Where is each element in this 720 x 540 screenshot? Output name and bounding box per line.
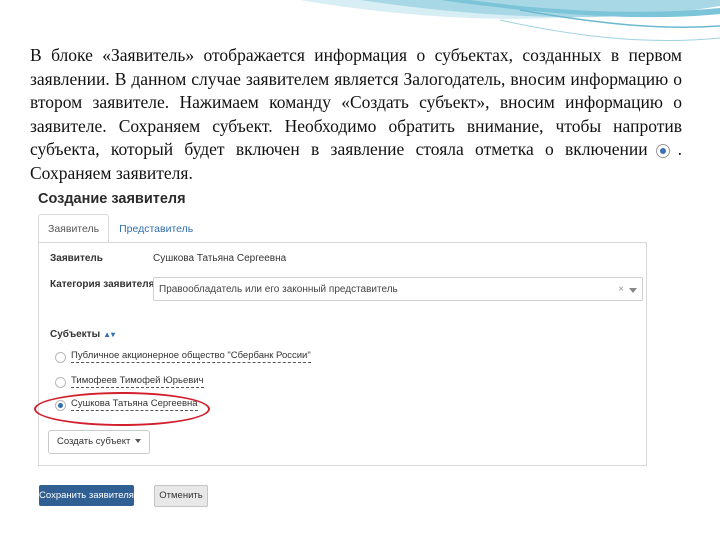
create-applicant-form: Создание заявителя Заявитель Представите… — [34, 186, 648, 516]
sort-icon[interactable]: ▲▾ — [103, 330, 115, 339]
create-subject-label: Создать субъект — [57, 436, 131, 447]
subject-item-2[interactable]: Тимофеев Тимофей Юрьевич — [71, 375, 204, 388]
applicant-panel: Заявитель Сушкова Татьяна Сергеевна Кате… — [38, 242, 647, 466]
instruction-text: В блоке «Заявитель» отображается информа… — [30, 44, 682, 185]
category-select-value: Правообладатель или его законный предста… — [159, 284, 398, 295]
instruction-text-main: В блоке «Заявитель» отображается информа… — [30, 45, 682, 159]
page-title: Создание заявителя — [38, 191, 186, 207]
tab-representative[interactable]: Представитель — [109, 214, 203, 244]
create-subject-button[interactable]: Создать субъект — [48, 430, 151, 454]
radio-selected-icon — [655, 143, 670, 158]
highlight-oval — [34, 392, 210, 426]
subjects-label: Субъекты — [50, 329, 101, 340]
tab-applicant[interactable]: Заявитель — [38, 214, 110, 244]
subject-item-1[interactable]: Публичное акционерное общество "Сбербанк… — [71, 350, 311, 363]
cancel-button[interactable]: Отменить — [154, 485, 208, 507]
save-applicant-button[interactable]: Сохранить заявителя — [39, 485, 134, 506]
applicant-label: Заявитель — [50, 253, 103, 264]
form-tabs: Заявитель Представитель — [38, 214, 203, 244]
chevron-down-icon[interactable] — [629, 288, 637, 293]
clear-icon[interactable]: × — [618, 278, 624, 302]
category-label: Категория заявителя — [50, 279, 155, 290]
subject-radio-1[interactable] — [55, 352, 66, 363]
subject-radio-2[interactable] — [55, 377, 66, 388]
applicant-value: Сушкова Татьяна Сергеевна — [153, 253, 287, 264]
dropdown-caret-icon — [135, 439, 142, 444]
category-select[interactable]: Правообладатель или его законный предста… — [153, 277, 643, 301]
subjects-header: Субъекты ▲▾ — [50, 329, 115, 340]
